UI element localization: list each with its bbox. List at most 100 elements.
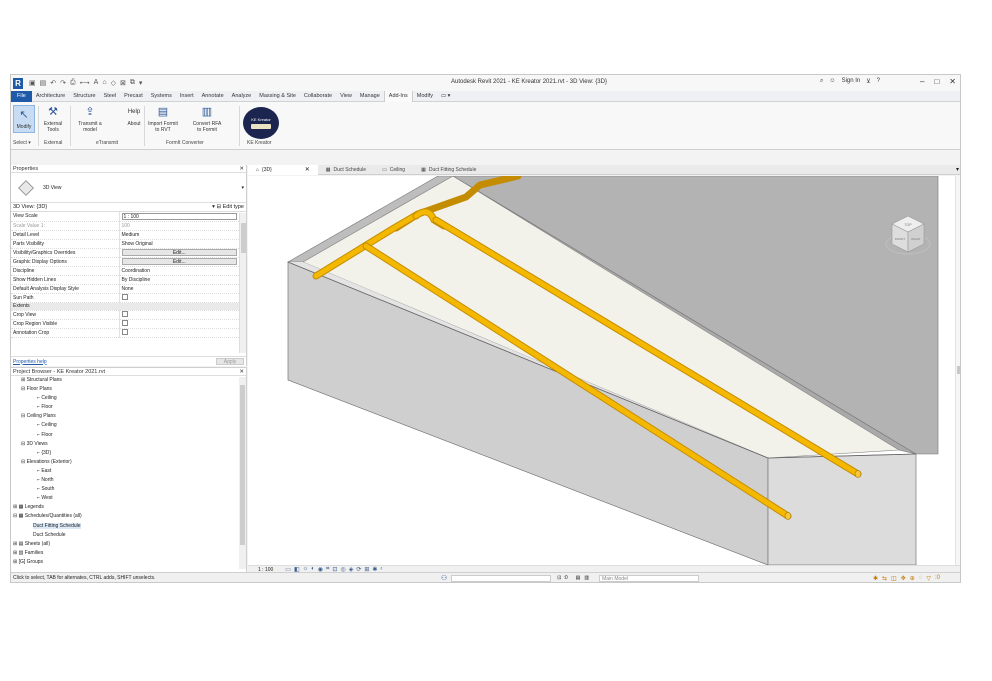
design-option-icon[interactable]: ▥ [584,575,589,581]
expand-toggle-icon[interactable]: ⊞ ▦ [13,504,25,510]
scroll-thumb[interactable] [240,385,245,545]
browser-node[interactable]: ⌐ South [11,485,246,494]
view-scale-input[interactable]: 1 : 100 [121,212,237,220]
browser-node[interactable]: ⌐ Ceiling [11,421,246,430]
property-value[interactable]: 1 : 100 [119,212,239,222]
instance-filter[interactable]: 3D View: {3D} [13,204,47,210]
browser-node[interactable]: ⌐ {3D} [11,449,246,458]
tab-modify[interactable]: Modify [413,91,437,102]
close-icon[interactable]: ✕ [239,368,244,376]
cart-icon[interactable]: ⊻ [866,78,870,85]
browser-node[interactable]: ⌐ North [11,476,246,485]
select-underlay-icon[interactable]: ⇆ [882,575,887,582]
property-value[interactable] [119,328,239,338]
main-model-select[interactable]: Main Model [599,574,700,582]
section-icon[interactable]: ◇ [111,79,116,87]
help-icon[interactable]: ? [877,78,880,85]
about-button[interactable]: Help About [124,105,144,127]
user-icon[interactable]: ☺ [829,78,835,85]
property-value[interactable] [119,319,239,329]
browser-node[interactable]: ⊟ ▦ Schedules/Quantities (all) [11,512,246,521]
tab-insert[interactable]: Insert [176,91,198,102]
property-value[interactable]: None [119,284,239,294]
browser-node[interactable]: ⌐ Floor [11,403,246,412]
viewport-scrollbar[interactable] [955,176,960,565]
close-icon[interactable]: ✕ [239,165,244,173]
close-hidden-icon[interactable]: ⊠ [120,79,126,87]
property-section[interactable]: Extents [11,302,239,311]
property-value[interactable] [119,310,239,320]
property-value[interactable]: By Discipline [119,275,239,285]
browser-node[interactable]: ⊞ ▤ Sheets (all) [11,540,246,549]
tab-analyze[interactable]: Analyze [228,91,256,102]
ribbon-minimize-icon[interactable]: ▭ ▾ [437,91,455,102]
revit-app-icon[interactable]: R [13,77,23,89]
checkbox[interactable] [121,310,128,317]
sign-in-link[interactable]: Sign In [842,78,861,85]
checkbox[interactable] [121,319,128,326]
close-icon[interactable]: ✕ [949,77,956,86]
apply-button[interactable]: Apply [216,358,244,365]
tab-precast[interactable]: Precast [120,91,147,102]
save-icon[interactable]: ▤ [40,79,47,87]
tab-collaborate[interactable]: Collaborate [300,91,336,102]
group-select[interactable]: Select ▾ [13,140,31,146]
expand-toggle-icon[interactable]: ⊞ ▤ [13,541,25,547]
type-selector[interactable]: 3D View ▾ [11,173,246,203]
browser-node[interactable]: Duct Schedule [11,531,246,540]
switch-windows-icon[interactable]: ⧉ [130,79,135,87]
properties-help-link[interactable]: Properties help [13,359,47,365]
open-icon[interactable]: ▣ [29,79,36,87]
select-by-face-icon[interactable]: ✥ [901,575,906,582]
drag-on-selection-icon[interactable]: ⊕ [910,575,915,582]
browser-node[interactable]: Duct Fitting Schedule [11,522,246,531]
tab-file[interactable]: File [11,90,32,102]
minimize-icon[interactable]: – [920,77,924,86]
ke-kreator-button[interactable]: KE Kreator [243,107,279,139]
browser-node[interactable]: ⊟ Elevations (Exterior) [11,458,246,467]
property-value[interactable] [119,293,239,303]
browser-node[interactable]: ⌐ Ceiling [11,394,246,403]
tab-add-ins[interactable]: Add-Ins [383,90,413,102]
tab-steel[interactable]: Steel [100,91,121,102]
tab-systems[interactable]: Systems [147,91,176,102]
checkbox[interactable] [121,293,128,300]
browser-node[interactable]: ⊟ 3D Views [11,440,246,449]
filter-icon[interactable]: ▽ [926,575,931,582]
workset-icon[interactable]: ⚇ [441,574,447,582]
browser-node[interactable]: ⊞ ▥ Families [11,549,246,558]
tab-view[interactable]: View [336,91,356,102]
chevron-down-icon[interactable]: ▾ [241,185,244,191]
import-formit-button[interactable]: ▤ Import Formit to RVT [148,105,178,134]
redo-icon[interactable]: ↷ [60,79,66,87]
3d-view-icon[interactable]: ⌂ [102,79,106,87]
browser-node[interactable]: ⊞ [G] Groups [11,558,246,567]
browser-node[interactable]: ⌐ Floor [11,431,246,440]
browser-node[interactable]: ⊟ Ceiling Plans [11,412,246,421]
tab-ceiling[interactable]: ▭ Ceiling [374,165,413,175]
close-tab-icon[interactable]: ✕ [305,165,310,175]
property-value[interactable]: Show Original [119,239,239,249]
background-processes-icon[interactable]: ◌ [919,575,923,582]
properties-scrollbar[interactable] [239,213,246,353]
modify-button[interactable]: ↖ Modify [13,105,35,133]
property-value[interactable]: Coordination [119,266,239,276]
maximize-icon[interactable]: □ [934,77,939,86]
scroll-thumb[interactable] [241,223,246,253]
customize-qat-icon[interactable]: ▾ [139,79,143,87]
tab-list-chevron-icon[interactable]: ▾ [956,166,959,173]
browser-scrollbar[interactable] [239,377,246,569]
editable-only-icon[interactable]: ⊡ [557,575,561,581]
measure-icon[interactable]: ⟷ [80,79,90,87]
select-links-icon[interactable]: ✱ [873,575,878,582]
browser-node[interactable]: ⊞ Structural Plans [11,376,246,385]
tab-manage[interactable]: Manage [356,91,384,102]
tab-annotate[interactable]: Annotate [198,91,228,102]
print-icon[interactable]: ⎙ [70,79,76,87]
property-value[interactable]: Medium [119,230,239,240]
edit-type-button[interactable]: ▾ ⊟ Edit type [212,204,244,210]
browser-node[interactable]: ⊞ ▦ Legends [11,503,246,512]
tab-3d-view[interactable]: ⌂ {3D} ✕ [248,164,318,175]
search-icon[interactable]: ⌕ [820,78,823,85]
checkbox[interactable] [121,328,128,335]
